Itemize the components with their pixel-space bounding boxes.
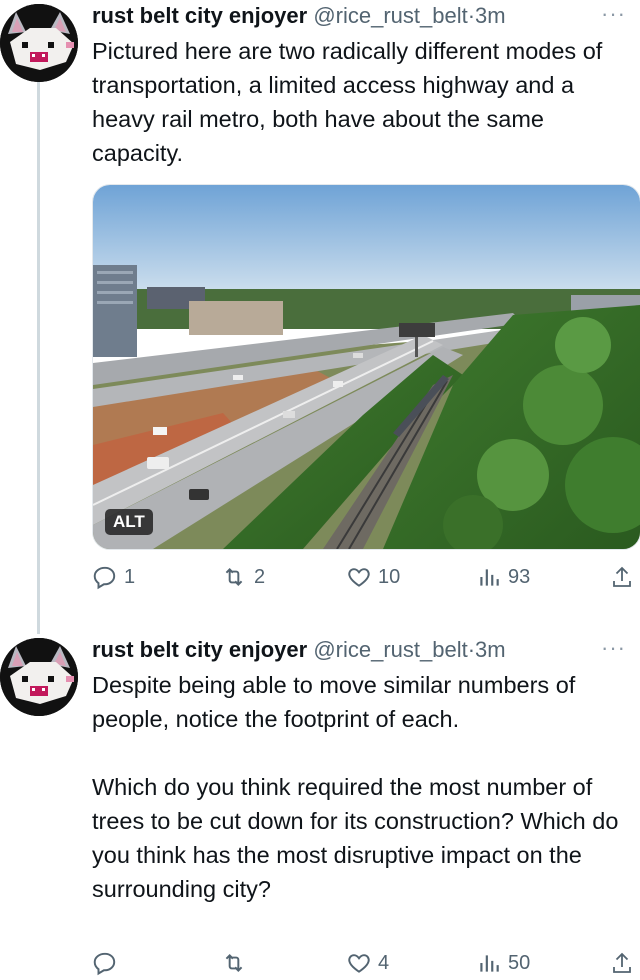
timestamp[interactable]: 3m <box>475 3 506 28</box>
opossum-avatar-icon <box>0 638 78 716</box>
share-icon <box>613 566 631 587</box>
reply-count: 1 <box>124 565 136 588</box>
share-button[interactable] <box>610 950 634 976</box>
tweet-header: rust belt city enjoyer @rice_rust_belt·3… <box>92 636 506 664</box>
avatar[interactable] <box>0 638 78 716</box>
views-count: 50 <box>508 951 531 974</box>
analytics-icon <box>480 955 499 972</box>
opossum-avatar-icon <box>0 4 78 82</box>
more-horizontal-icon[interactable]: ··· <box>601 637 626 659</box>
author-handle[interactable]: @rice_rust_belt <box>313 3 467 28</box>
separator-dot: · <box>467 637 476 662</box>
author-handle[interactable]: @rice_rust_belt <box>313 637 467 662</box>
tweet-text: Despite being able to move similar numbe… <box>92 672 619 902</box>
alt-text-badge[interactable]: ALT <box>105 509 153 535</box>
retweet-icon <box>225 568 243 586</box>
reply-icon <box>93 566 116 590</box>
author-name[interactable]: rust belt city enjoyer <box>92 637 307 662</box>
tweet-actions: 4 50 <box>92 950 640 980</box>
timestamp[interactable]: 3m <box>475 637 506 662</box>
share-button[interactable] <box>610 564 634 590</box>
tweet-photo[interactable]: ALT <box>92 184 640 550</box>
heart-icon <box>348 568 370 587</box>
views-count: 93 <box>508 565 531 588</box>
like-count: 4 <box>378 951 390 974</box>
views-button[interactable]: 50 <box>476 950 530 976</box>
views-button[interactable]: 93 <box>476 564 530 590</box>
retweet-icon <box>225 954 243 972</box>
highway-and-rail-aerial-photo <box>93 185 640 549</box>
tweet-actions: 1 2 10 93 <box>92 564 640 594</box>
more-horizontal-icon[interactable]: ··· <box>601 3 626 25</box>
thread-connector-line <box>37 82 40 634</box>
reply-icon <box>93 952 116 976</box>
separator-dot: · <box>467 3 476 28</box>
tweet-text: Pictured here are two radically differen… <box>92 38 609 166</box>
retweet-count: 2 <box>254 565 266 588</box>
share-icon <box>613 952 631 973</box>
like-count: 10 <box>378 565 401 588</box>
retweet-button[interactable]: 2 <box>220 564 265 590</box>
heart-icon <box>348 954 370 973</box>
retweet-button[interactable] <box>220 950 254 976</box>
reply-button[interactable] <box>92 950 124 976</box>
like-button[interactable]: 10 <box>346 564 400 590</box>
tweet-header: rust belt city enjoyer @rice_rust_belt·3… <box>92 2 506 30</box>
author-name[interactable]: rust belt city enjoyer <box>92 3 307 28</box>
reply-button[interactable]: 1 <box>92 564 135 590</box>
like-button[interactable]: 4 <box>346 950 389 976</box>
avatar[interactable] <box>0 4 78 82</box>
analytics-icon <box>480 569 499 586</box>
